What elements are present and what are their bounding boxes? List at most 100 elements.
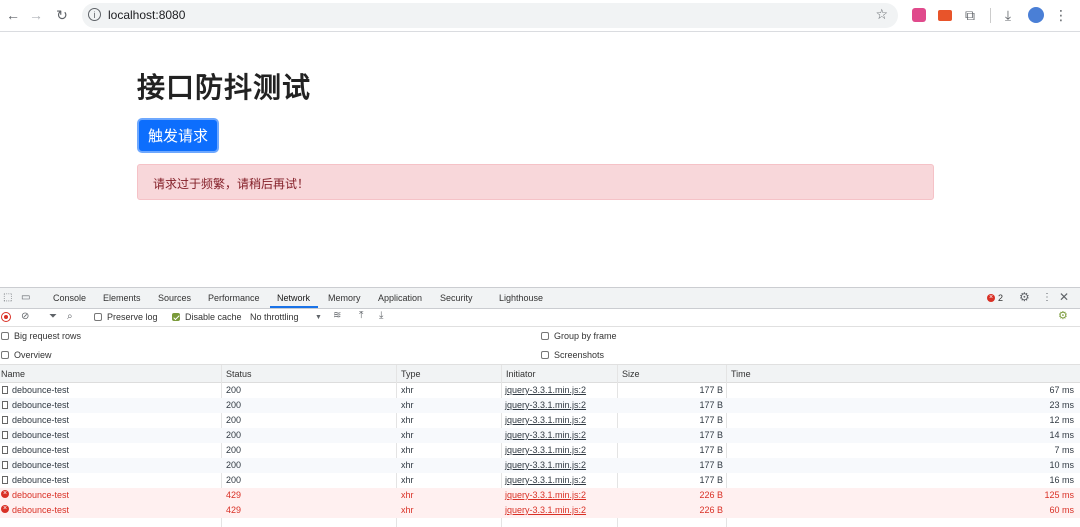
group-by-frame-checkbox[interactable] (541, 332, 549, 340)
export-har-icon[interactable]: ⤓ (379, 311, 383, 321)
disable-cache-checkbox[interactable] (172, 313, 180, 321)
table-header: Name Status Type Initiator Size Time (0, 365, 1080, 383)
cell-type: xhr (401, 385, 414, 395)
cell-name: debounce-test (12, 490, 70, 500)
import-har-icon[interactable]: ⤒ (359, 311, 363, 321)
cell-status: 429 (226, 490, 242, 500)
inspect-element-icon[interactable]: ⬚ (3, 293, 12, 303)
table-row[interactable]: debounce-test 200 xhr jquery-3.3.1.min.js:2… (0, 398, 1080, 413)
table-row[interactable]: debounce-test 200 xhr jquery-3.3.1.min.js:2… (0, 473, 1080, 488)
cell-type: xhr (401, 475, 414, 485)
record-icon[interactable] (1, 312, 11, 322)
overview-label: Overview (14, 350, 52, 360)
throttling-select[interactable]: No throttling (250, 312, 299, 322)
chevron-down-icon[interactable]: ▼ (315, 313, 322, 323)
preserve-log-checkbox[interactable] (94, 313, 102, 321)
bookmark-star-icon[interactable]: ☆ (875, 6, 888, 23)
cell-initiator[interactable]: jquery-3.3.1.min.js:2 (505, 475, 586, 485)
cell-type: xhr (401, 445, 414, 455)
address-bar[interactable]: i localhost:8080 ☆ (82, 3, 898, 28)
table-row[interactable]: debounce-test 200 xhr jquery-3.3.1.min.js:2… (0, 458, 1080, 473)
cell-name: debounce-test (12, 400, 70, 410)
cell-time: 60 ms (1049, 505, 1074, 515)
table-row[interactable]: debounce-test 200 xhr jquery-3.3.1.min.js:2… (0, 428, 1080, 443)
devtools-tab-bar: ⬚ ▭ Console Elements Sources Performance… (0, 288, 1080, 309)
tab-lighthouse[interactable]: Lighthouse (499, 293, 543, 303)
tab-memory[interactable]: Memory (328, 293, 361, 303)
column-status[interactable]: Status (226, 369, 252, 379)
search-icon[interactable]: ⌕ (67, 312, 73, 322)
cell-type: xhr (401, 460, 414, 470)
cell-status: 200 (226, 385, 242, 395)
network-conditions-icon[interactable]: ≋ (333, 311, 341, 321)
cell-time: 7 ms (1054, 445, 1074, 455)
settings-gear-icon[interactable]: ⚙ (1019, 291, 1030, 303)
cell-size: 177 B (699, 475, 723, 485)
info-icon[interactable]: i (88, 8, 101, 21)
cell-status: 200 (226, 475, 242, 485)
cell-initiator[interactable]: jquery-3.3.1.min.js:2 (505, 400, 586, 410)
error-count[interactable]: 2 (998, 293, 1003, 303)
tab-sources[interactable]: Sources (158, 293, 191, 303)
column-initiator[interactable]: Initiator (506, 369, 536, 379)
url-text[interactable]: localhost:8080 (108, 7, 185, 24)
cell-initiator[interactable]: jquery-3.3.1.min.js:2 (505, 385, 586, 395)
cell-initiator[interactable]: jquery-3.3.1.min.js:2 (505, 505, 586, 515)
download-icon[interactable]: ⤓ (999, 6, 1017, 24)
table-row[interactable]: debounce-test 200 xhr jquery-3.3.1.min.js:2… (0, 413, 1080, 428)
browser-toolbar: ← → ↻ i localhost:8080 ☆ ⧉ ⤓ ⋮ (0, 0, 1080, 32)
cell-size: 177 B (699, 415, 723, 425)
tab-console[interactable]: Console (53, 293, 86, 303)
cell-status: 200 (226, 430, 242, 440)
table-row[interactable]: × debounce-test 429 xhr jquery-3.3.1.min.js:… (0, 503, 1080, 518)
screenshots-checkbox[interactable] (541, 351, 549, 359)
big-request-rows-checkbox[interactable] (1, 332, 9, 340)
cell-size: 177 B (699, 460, 723, 470)
cell-time: 125 ms (1044, 490, 1074, 500)
extension-2-icon[interactable] (938, 10, 952, 21)
reload-icon[interactable]: ↻ (53, 6, 71, 24)
document-icon (2, 401, 8, 409)
trigger-request-button[interactable]: 触发请求 (137, 118, 219, 153)
table-row[interactable]: debounce-test 200 xhr jquery-3.3.1.min.js:2… (0, 443, 1080, 458)
cell-name: debounce-test (12, 430, 70, 440)
column-size[interactable]: Size (622, 369, 640, 379)
more-options-icon[interactable]: ⋮ (1042, 293, 1052, 303)
close-devtools-icon[interactable]: ✕ (1059, 291, 1069, 303)
network-settings-icon[interactable]: ⚙ (1058, 311, 1068, 322)
device-toolbar-icon[interactable]: ▭ (21, 293, 30, 303)
cell-size: 226 B (699, 490, 723, 500)
cell-name: debounce-test (12, 505, 70, 515)
tab-elements[interactable]: Elements (103, 293, 141, 303)
clear-icon[interactable]: ⊘ (21, 312, 29, 322)
cell-initiator[interactable]: jquery-3.3.1.min.js:2 (505, 445, 586, 455)
overview-checkbox[interactable] (1, 351, 9, 359)
profile-avatar[interactable] (1028, 7, 1044, 23)
column-name[interactable]: Name (1, 369, 25, 379)
filter-icon[interactable]: ⏷ (49, 312, 57, 322)
cell-status: 200 (226, 415, 242, 425)
table-row[interactable]: × debounce-test 429 xhr jquery-3.3.1.min.js:… (0, 488, 1080, 503)
extension-1-icon[interactable] (912, 8, 926, 22)
error-alert: 请求过于频繁，请稍后再试！ (137, 164, 934, 200)
back-arrow-icon[interactable]: ← (4, 6, 22, 24)
error-count-icon[interactable]: × (987, 294, 995, 302)
document-icon (2, 431, 8, 439)
column-time[interactable]: Time (731, 369, 751, 379)
menu-dots-icon[interactable]: ⋮ (1052, 6, 1070, 24)
extensions-puzzle-icon[interactable]: ⧉ (961, 6, 979, 24)
forward-arrow-icon[interactable]: → (27, 6, 45, 24)
cell-time: 23 ms (1049, 400, 1074, 410)
cell-initiator[interactable]: jquery-3.3.1.min.js:2 (505, 415, 586, 425)
tab-application[interactable]: Application (378, 293, 422, 303)
group-by-frame-label: Group by frame (554, 331, 617, 341)
tab-security[interactable]: Security (440, 293, 473, 303)
cell-initiator[interactable]: jquery-3.3.1.min.js:2 (505, 430, 586, 440)
cell-size: 177 B (699, 430, 723, 440)
tab-network[interactable]: Network (277, 293, 310, 303)
column-type[interactable]: Type (401, 369, 421, 379)
tab-performance[interactable]: Performance (208, 293, 260, 303)
table-row[interactable]: debounce-test 200 xhr jquery-3.3.1.min.js:2… (0, 383, 1080, 398)
cell-initiator[interactable]: jquery-3.3.1.min.js:2 (505, 460, 586, 470)
cell-initiator[interactable]: jquery-3.3.1.min.js:2 (505, 490, 586, 500)
